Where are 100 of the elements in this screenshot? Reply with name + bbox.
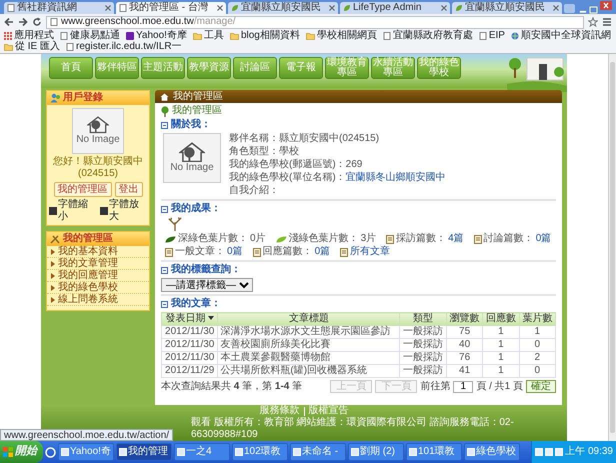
close-icon[interactable]	[441, 5, 447, 11]
bookmark-link[interactable]: 工具	[204, 30, 224, 42]
greeting-text: 您好！縣立順安國中	[53, 156, 143, 168]
house-icon	[87, 116, 109, 134]
table-cell: 一般採訪	[400, 338, 446, 352]
school-link[interactable]: 宜蘭縣冬山鄉順安國中	[346, 172, 446, 184]
article-link[interactable]: 本土農業參觀醫藥博物館	[218, 352, 400, 364]
leaf-icon	[231, 4, 239, 12]
window-icon	[467, 448, 475, 456]
sidebar-link[interactable]: 我的文章管理	[58, 258, 118, 270]
stat-link[interactable]: 4篇	[448, 233, 464, 245]
sidebar-button[interactable]: 我的管理區	[54, 182, 112, 197]
section-heading: 我的成果：	[171, 203, 221, 215]
page-icon	[382, 32, 391, 40]
stat-link[interactable]: 0篇	[227, 246, 243, 258]
browser-tab[interactable]: 舊社群資訊網	[4, 2, 114, 14]
tag-select[interactable]: —請選擇標籤—	[161, 278, 253, 292]
taskbar-button[interactable]: Yahoo!奇	[58, 443, 114, 461]
windows-logo-icon	[3, 447, 13, 457]
window-icon	[351, 448, 359, 456]
article-link[interactable]: 深溝淨水場水源水文生態展示園區參訪	[218, 326, 400, 338]
field-value: 269	[346, 159, 362, 171]
taskbar-button[interactable]: 102環教	[232, 443, 288, 461]
clock: 上午 09:39	[565, 446, 613, 458]
tree-icon	[161, 106, 169, 116]
font-size-link[interactable]: 字體放大	[109, 199, 147, 223]
browser-tab[interactable]: LifeType Admin	[340, 2, 450, 14]
bookmark-link[interactable]: EIP	[488, 30, 505, 42]
taskbar-button[interactable]: 未命名 -	[290, 443, 346, 461]
taskbar-button[interactable]: 一之4	[174, 443, 230, 461]
stat-label: 淺綠色葉片數：	[288, 233, 359, 245]
article-link[interactable]: 公共場所飲料瓶(罐)回收機器系統	[218, 364, 400, 378]
article-link[interactable]: 友善校園廁所綠美化比賽	[218, 338, 400, 352]
sort-icon[interactable]	[208, 316, 214, 320]
column-header[interactable]: 文章標題	[218, 312, 400, 326]
window-icon	[235, 448, 243, 456]
address-field[interactable]: www.greenschool.moe.edu.tw/manage/	[46, 16, 584, 28]
stat-link[interactable]: 0篇	[314, 246, 330, 258]
sidebar-link[interactable]: 我的回應管理	[58, 270, 118, 282]
close-icon[interactable]	[329, 5, 335, 11]
close-icon[interactable]	[600, 1, 612, 10]
collapse-icon[interactable]	[161, 206, 168, 212]
bookmark-link[interactable]: 順安國中全球資訊網	[520, 30, 611, 42]
panel-title: 我的管理區	[63, 233, 113, 245]
taskbar-button[interactable]: 綠色學校	[464, 443, 520, 461]
page-input[interactable]: 1	[453, 380, 474, 392]
taskbar-button[interactable]: 101環教	[406, 443, 462, 461]
bare-tree-icon	[167, 217, 183, 231]
field-label: 我的綠色學校(郵遞區號)：	[229, 159, 346, 171]
scrollbar-thumb[interactable]	[610, 62, 615, 433]
sidebar-link[interactable]: 我的基本資料	[58, 246, 118, 258]
column-header[interactable]: 瀏覽數	[446, 312, 483, 326]
star-icon[interactable]	[588, 17, 598, 27]
bookmark-link[interactable]: 學校相關網頁	[316, 30, 377, 42]
taskbar-button[interactable]: 我的管理	[116, 443, 172, 461]
stat-link[interactable]: 所有文章	[350, 246, 390, 258]
bookmark-link[interactable]: 應用程式	[14, 30, 54, 42]
collapse-icon[interactable]	[161, 300, 168, 308]
stat-link[interactable]: 0篇	[536, 233, 552, 245]
collapse-icon[interactable]	[161, 122, 168, 128]
forward-icon[interactable]	[18, 17, 28, 27]
stat-value: 0片	[250, 233, 266, 245]
bookmark-link[interactable]: 宜蘭縣政府教育處	[392, 30, 473, 42]
home-icon[interactable]	[160, 92, 169, 100]
browser-tab[interactable]: 我的管理區 - 台灣	[116, 2, 226, 14]
panel-title: 用戶登錄	[63, 92, 103, 104]
maximize-icon[interactable]	[589, 6, 598, 14]
close-icon[interactable]	[105, 5, 111, 11]
column-header[interactable]: 發表日期	[162, 312, 218, 326]
close-icon[interactable]	[553, 5, 559, 11]
column-header[interactable]: 類型	[400, 312, 446, 326]
table-cell: 2012/11/30	[162, 352, 218, 364]
grid-icon	[4, 32, 12, 40]
taskbar-button[interactable]: 劉期 (2)	[348, 443, 404, 461]
section-heading: 我的標籤查詢：	[171, 264, 241, 276]
sidebar-link[interactable]: 我的綠色學校	[58, 282, 118, 294]
collapse-icon[interactable]	[161, 266, 168, 274]
bookmark-link[interactable]: blog相關資料	[240, 30, 300, 42]
table-cell: 0	[519, 338, 556, 352]
close-icon[interactable]	[217, 5, 223, 11]
back-icon[interactable]	[4, 17, 14, 27]
bookmark-link[interactable]: Yahoo!奇摩	[136, 30, 187, 42]
menu-icon[interactable]	[602, 17, 612, 27]
document-icon	[165, 248, 173, 256]
folder-icon	[4, 42, 13, 50]
go-button[interactable]: 確定	[526, 380, 556, 393]
table-cell: 1	[482, 326, 520, 338]
table-cell: 1	[519, 326, 556, 338]
table-cell: 一般採訪	[400, 326, 446, 338]
column-header[interactable]: 葉片數	[519, 312, 556, 326]
column-header[interactable]: 回應數	[482, 312, 520, 326]
bookmark-link[interactable]: 從 IE 匯入	[15, 40, 60, 52]
reload-icon[interactable]	[32, 17, 42, 27]
document-icon	[252, 248, 261, 256]
window-icon	[177, 448, 185, 456]
bookmark-link[interactable]: 健康易點通	[70, 30, 120, 42]
sidebar-link[interactable]: 線上問卷系統	[58, 294, 118, 306]
bookmark-link[interactable]: register.ilc.edu.tw/ILR一	[76, 40, 182, 52]
sidebar-button[interactable]: 登出	[114, 182, 142, 197]
font-size-link[interactable]: 字體縮小	[58, 199, 96, 223]
